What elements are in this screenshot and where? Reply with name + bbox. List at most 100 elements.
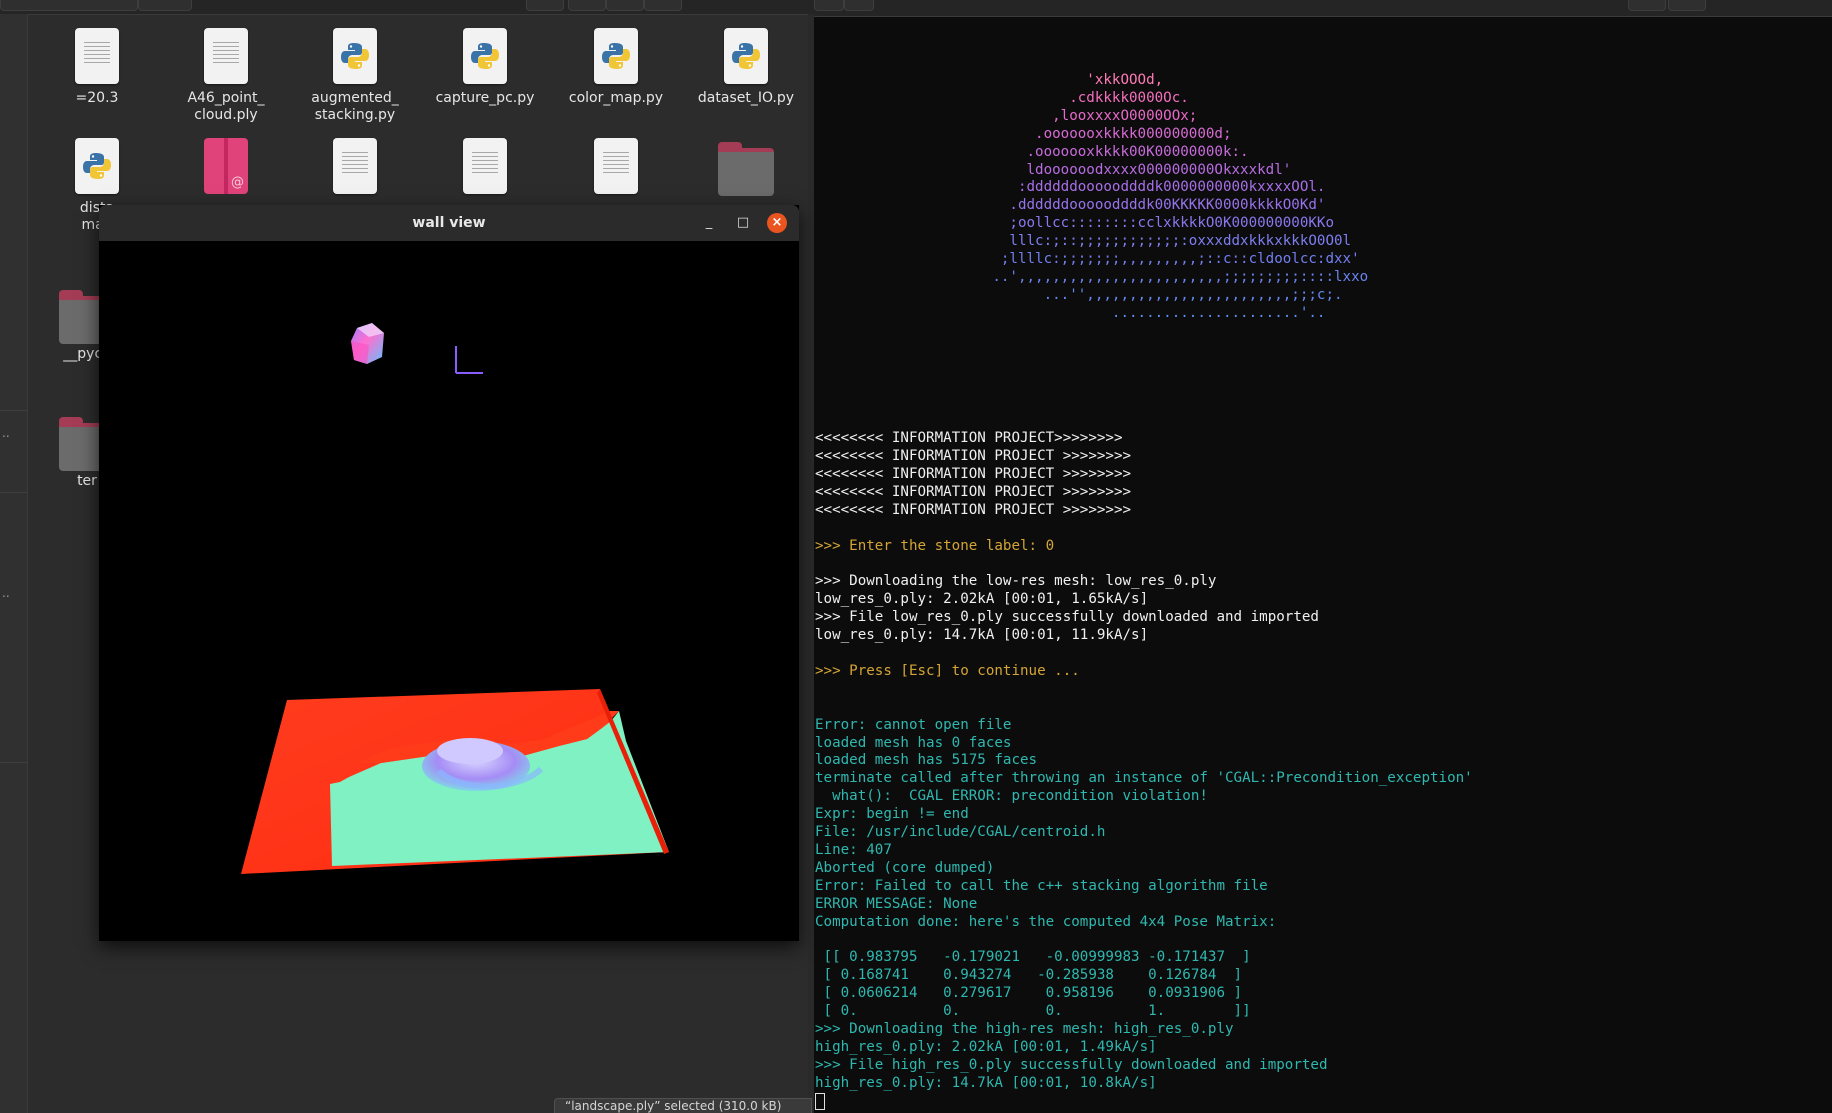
sidebar-item[interactable]: .. [2, 426, 10, 440]
file-item[interactable] [166, 138, 286, 194]
press-esc-prompt: >>> Press [Esc] to continue ... [815, 662, 1080, 679]
error-line: Aborted (core dumped) [815, 859, 995, 876]
download-line: high_res_0.ply: 2.02kA [00:01, 1.49kA/s] [815, 1038, 1157, 1055]
window-title: wall view [412, 215, 486, 231]
toolbar-button[interactable] [526, 0, 564, 11]
file-item[interactable] [556, 138, 676, 194]
error-line: Line: 407 [815, 841, 892, 858]
toolbar-button[interactable] [644, 0, 682, 11]
toolbar-button[interactable] [0, 0, 138, 11]
sidebar-item[interactable]: .. [2, 586, 10, 600]
python-file-icon [463, 28, 507, 84]
python-file-icon [333, 28, 377, 84]
terminal-cursor [815, 1092, 825, 1110]
pose-matrix-row: [ 0.168741 0.943274 -0.285938 0.126784 ] [815, 967, 1243, 984]
pose-matrix-row: [[ 0.983795 -0.179021 -0.00999983 -0.171… [815, 949, 1251, 966]
prompt-line[interactable] [815, 1092, 1825, 1111]
info-line: <<<<<<<< INFORMATION PROJECT >>>>>>>> [815, 465, 1132, 482]
toolbar-button[interactable] [814, 0, 844, 11]
wall-view-window[interactable]: wall view _ □ × [99, 205, 799, 941]
download-line: high_res_0.ply: 14.7kA [00:01, 10.8kA/s] [815, 1074, 1157, 1091]
error-line: what(): CGAL ERROR: precondition violati… [815, 788, 1208, 805]
file-item[interactable]: capture_pc.py [425, 28, 545, 107]
text-file-icon [333, 138, 377, 194]
3d-viewport[interactable] [99, 241, 799, 941]
package-file-icon [204, 138, 248, 194]
maximize-button[interactable]: □ [733, 213, 753, 233]
download-line: >>> Downloading the high-res mesh: high_… [815, 1021, 1234, 1038]
close-button[interactable]: × [767, 213, 787, 233]
error-line: Expr: begin != end [815, 806, 969, 823]
python-file-icon [594, 28, 638, 84]
sidebar-divider [0, 410, 27, 411]
file-name: color_map.py [568, 90, 664, 106]
download-line: >>> File low_res_0.ply successfully down… [815, 609, 1319, 626]
landscape-mesh [241, 689, 669, 874]
status-bar: “landscape.ply” selected (310.0 kB) [554, 1098, 812, 1113]
text-file-icon [75, 28, 119, 84]
info-line: <<<<<<<< INFORMATION PROJECT>>>>>>>> [815, 430, 1123, 447]
error-line: ERROR MESSAGE: None [815, 895, 978, 912]
toolbar-button[interactable] [606, 0, 644, 11]
scene-render [241, 323, 669, 874]
error-line: Error: Failed to call the c++ stacking a… [815, 877, 1268, 894]
folder-item[interactable] [686, 142, 806, 196]
error-line: terminate called after throwing an insta… [815, 770, 1473, 787]
file-name: dataset_IO.py [697, 90, 795, 106]
stone-label-prompt: >>> Enter the stone label: 0 [815, 537, 1055, 554]
sidebar-divider [0, 762, 27, 763]
download-line: low_res_0.ply: 2.02kA [00:01, 1.65kA/s] [815, 591, 1149, 608]
toolbar-button[interactable] [138, 0, 192, 11]
minimize-button[interactable]: _ [699, 213, 719, 233]
file-item[interactable]: dataset_IO.py [686, 28, 806, 107]
file-item[interactable] [425, 138, 545, 194]
sidebar: .. .. [0, 14, 28, 1113]
toolbar-button[interactable] [568, 0, 606, 11]
sidebar-divider [0, 492, 27, 493]
error-line: loaded mesh has 5175 faces [815, 752, 1038, 769]
toolbar-button[interactable] [1668, 0, 1706, 11]
window-titlebar[interactable]: wall view _ □ × [99, 205, 799, 241]
file-name: augmented_ stacking.py [311, 90, 399, 123]
file-item[interactable] [295, 138, 415, 194]
download-line: low_res_0.ply: 14.7kA [00:01, 11.9kA/s] [815, 627, 1149, 644]
error-line: Error: cannot open file [815, 716, 1012, 733]
python-file-icon [724, 28, 768, 84]
terminal-window[interactable]: 'xkkOOOd, .cdkkkk0000Oc. ,looxxxxO0000OO… [814, 0, 1832, 1113]
file-manager-toolbar [0, 0, 814, 15]
info-line: <<<<<<<< INFORMATION PROJECT >>>>>>>> [815, 483, 1132, 500]
file-item[interactable]: color_map.py [556, 28, 676, 107]
toolbar-button[interactable] [1628, 0, 1666, 11]
folder-icon [718, 142, 774, 196]
info-line: <<<<<<<< INFORMATION PROJECT >>>>>>>> [815, 501, 1132, 518]
axes-gizmo [455, 346, 483, 374]
file-item[interactable]: =20.3 [37, 28, 157, 107]
error-line: Computation done: here's the computed 4x… [815, 913, 1277, 930]
toolbar-button[interactable] [844, 0, 874, 11]
file-item[interactable]: A46_point_ cloud.ply [166, 28, 286, 124]
file-item[interactable]: augmented_ stacking.py [295, 28, 415, 124]
file-name: capture_pc.py [435, 90, 535, 106]
text-file-icon [594, 138, 638, 194]
error-line: File: /usr/include/CGAL/centroid.h [815, 824, 1106, 841]
